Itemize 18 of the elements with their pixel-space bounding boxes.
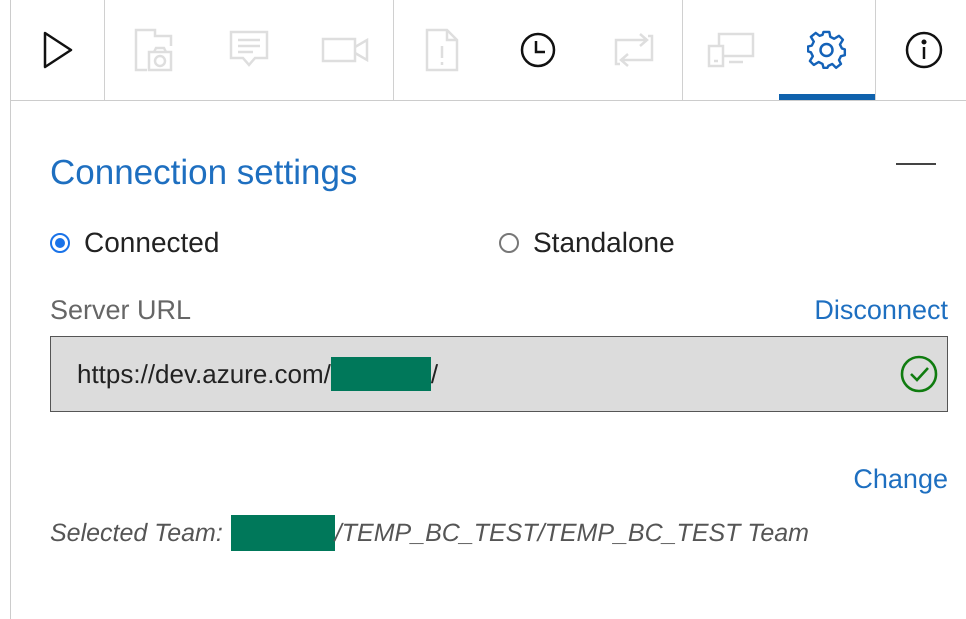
panel-title: Connection settings (50, 153, 358, 193)
server-url-field[interactable]: https://dev.azure.com/ / (50, 336, 948, 412)
devices-icon (707, 32, 755, 68)
settings-icon (807, 30, 847, 70)
mode-radio[interactable]: Connected (50, 227, 499, 259)
clock-icon (520, 32, 556, 68)
mode-radio[interactable]: Standalone (499, 227, 948, 259)
document-alert-icon (425, 28, 459, 72)
video-camera-icon (321, 35, 369, 65)
server-url-value: / (430, 358, 438, 390)
server-url-value: https://dev.azure.com/ (77, 358, 331, 390)
camera-document-icon (133, 28, 173, 72)
server-url-label: Server URL (50, 295, 192, 326)
selected-team-label: Selected Team: (50, 518, 223, 548)
change-link[interactable]: Change (853, 464, 948, 495)
minimize-button[interactable] (896, 163, 936, 165)
disconnect-link[interactable]: Disconnect (814, 295, 948, 326)
info-icon (905, 31, 943, 69)
